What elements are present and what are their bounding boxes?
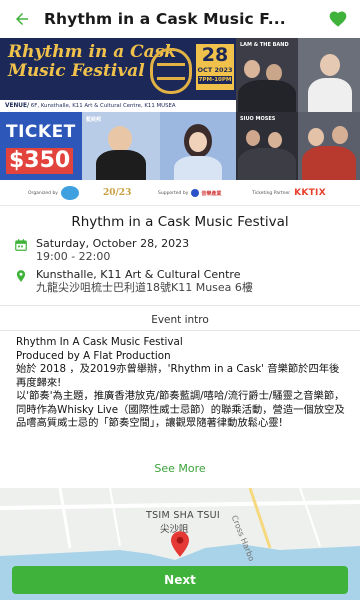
map-label-en: TSIM SHA TSUI — [146, 510, 221, 521]
calendar-icon — [15, 239, 27, 251]
event-banner-image: Rhythm in a Cask Music Festival 28 OCT 2… — [0, 38, 360, 180]
banner-venue-strip: VENUE/ 6F, Kunsthalle, K11 Art & Cultura… — [0, 100, 236, 112]
event-venue: Kunsthalle, K11 Art & Cultural Centre — [36, 268, 241, 281]
supporter-logo-icon — [191, 189, 200, 197]
ticketing-partner-name: KKTIX — [294, 188, 326, 198]
banner-title-line2: Music Festival — [8, 61, 145, 81]
supporter-logo: Supported by 音樂產業 — [158, 180, 221, 206]
event-venue-row[interactable]: Kunsthalle, K11 Art & Cultural Centre 九龍… — [14, 268, 253, 294]
event-intro-heading: Event intro — [151, 314, 209, 326]
intro-line: Rhythm In A Cask Music Festival — [16, 336, 183, 348]
banner-ticket-label: TICKET — [6, 122, 76, 142]
sponsor-strip: Organized by 20/23 Supported by 音樂產業 Tic… — [0, 180, 360, 206]
cask-graphic — [150, 48, 192, 94]
event-date-row: Saturday, October 28, 2023 19:00 - 22:00 — [14, 237, 189, 263]
artist-photo: LAM & THE BAND — [236, 38, 298, 112]
banner-ticket-price: $350 — [6, 148, 74, 174]
section-divider — [0, 330, 360, 331]
location-icon — [16, 270, 26, 282]
event-address: 九龍尖沙咀梳士巴利道18號K11 Musea 6樓 — [36, 281, 253, 294]
arrow-left-icon — [16, 13, 28, 25]
see-more-link[interactable]: See More — [0, 462, 360, 475]
event-date: Saturday, October 28, 2023 — [36, 237, 190, 250]
brand-logo-mark: 20/23 — [103, 188, 132, 198]
banner-date-month: OCT 2023 — [197, 66, 233, 74]
ticketing-partner-label: Ticketing Partner — [252, 190, 291, 196]
banner-ticket-box: TICKET $350 — [0, 112, 82, 180]
heart-icon — [329, 11, 347, 27]
artist-caption: 藍奕邦 — [86, 117, 102, 123]
event-detail-screen: Rhythm in a Cask Music F... Rhythm in a … — [0, 0, 360, 600]
brand-logo: 20/23 — [100, 180, 131, 206]
artist-photo: SIUO MOSES — [236, 112, 298, 180]
page-title: Rhythm in a Cask Music F... — [44, 10, 286, 28]
event-intro-text: Rhythm In A Cask Music Festival Produced… — [16, 336, 346, 431]
favorite-button[interactable] — [316, 0, 360, 38]
ticketing-partner-logo: Ticketing Partner KKTIX — [252, 180, 326, 206]
artist-photo: 藍奕邦 — [82, 112, 160, 180]
artist-photo — [298, 112, 360, 180]
back-button[interactable] — [0, 0, 44, 38]
organized-by-label: Organized by — [28, 190, 58, 196]
banner-date-time: 7PM-10PM — [198, 76, 232, 84]
event-title: Rhythm in a Cask Music Festival — [71, 214, 289, 230]
supported-by-label: Supported by — [158, 190, 189, 196]
banner-date-badge: 28 OCT 2023 7PM-10PM — [196, 44, 234, 90]
artist-photo — [298, 38, 360, 112]
intro-paragraph: 始於 2018 ，及2019亦曾舉辦，'Rhythm in a Cask' 音樂… — [16, 363, 340, 389]
section-divider — [0, 305, 360, 306]
location-pin-icon — [171, 531, 189, 557]
artist-caption: LAM & THE BAND — [240, 42, 289, 48]
artist-photo — [160, 112, 236, 180]
intro-line: Produced by A Flat Production — [16, 349, 171, 362]
organizer-logo: Organized by — [28, 180, 79, 206]
event-time: 19:00 - 22:00 — [36, 250, 111, 263]
artist-caption: SIUO MOSES — [240, 116, 276, 122]
banner-date-day: 28 — [201, 44, 229, 66]
supporter-name: 音樂產業 — [201, 190, 222, 197]
organizer-logo-icon — [60, 186, 79, 200]
banner-venue-label: VENUE/ — [5, 103, 30, 109]
intro-paragraph: 以'節奏'為主題，推廣香港放克/節奏藍調/嘻哈/流行爵士/騷靈之音樂節，同時作為… — [16, 390, 345, 429]
top-app-bar: Rhythm in a Cask Music F... — [0, 0, 360, 38]
banner-venue-text: 6F, Kunsthalle, K11 Art & Cultural Centr… — [29, 103, 176, 109]
next-button[interactable]: Next — [12, 566, 348, 594]
